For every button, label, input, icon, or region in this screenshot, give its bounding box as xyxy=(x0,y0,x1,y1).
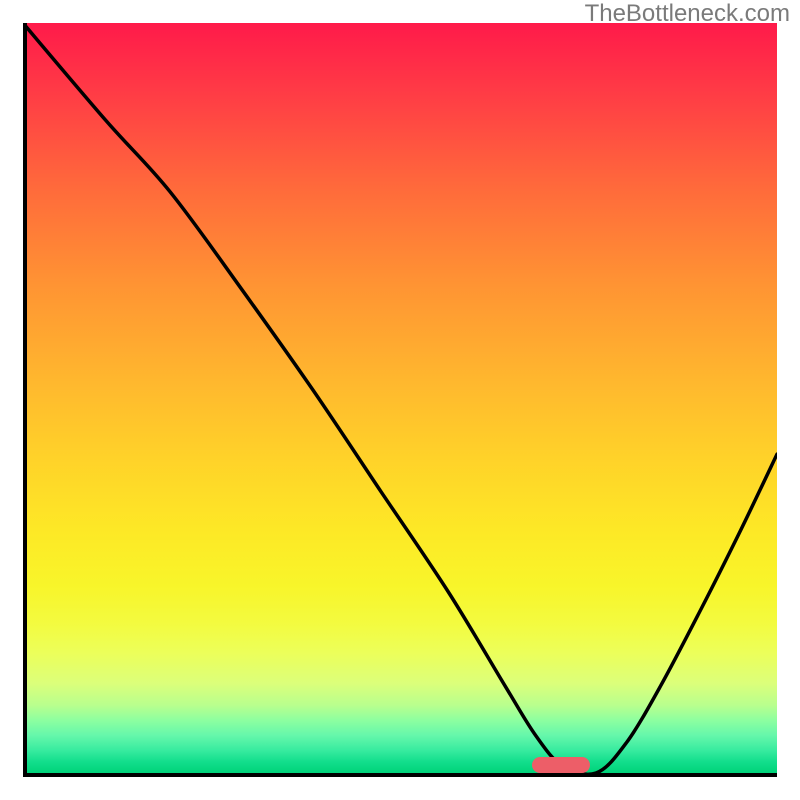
y-axis xyxy=(23,23,27,777)
x-axis xyxy=(23,773,777,777)
optimal-range-marker xyxy=(532,757,590,773)
bottleneck-curve xyxy=(23,23,777,773)
watermark-text: TheBottleneck.com xyxy=(585,0,790,28)
plot-area xyxy=(23,23,777,773)
chart-container: TheBottleneck.com xyxy=(0,0,800,800)
